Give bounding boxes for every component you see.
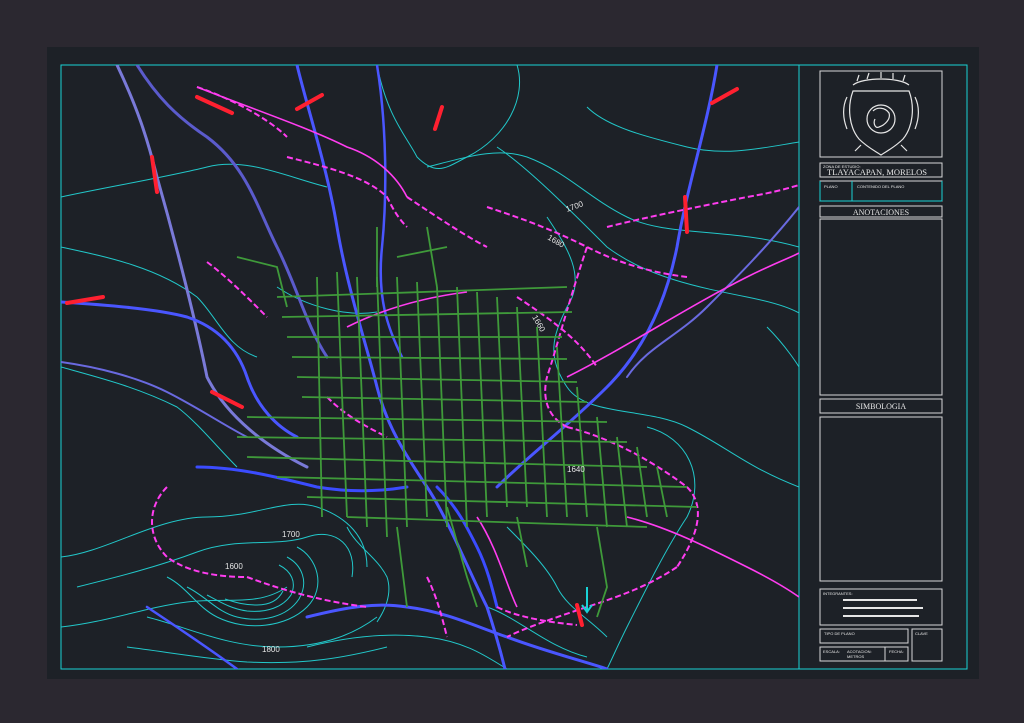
north-arrow <box>581 587 593 614</box>
contour-label: 1800 <box>262 645 280 654</box>
members-signatures <box>843 599 923 617</box>
map-area: 1700 1680 1660 1640 1700 1600 1800 <box>61 65 799 669</box>
contour-label: 1660 <box>530 314 547 334</box>
scale-label: ESCALA: <box>823 649 840 654</box>
boundary-lines <box>151 86 799 638</box>
map-drawing[interactable]: 1700 1680 1660 1640 1700 1600 1800 ZONA … <box>47 47 979 679</box>
unam-crest-icon <box>843 72 919 156</box>
annotations-panel[interactable] <box>819 218 943 396</box>
cad-viewer: 1700 1680 1660 1640 1700 1600 1800 ZONA … <box>0 0 1024 723</box>
annotations-header: ANOTACIONES <box>853 208 909 217</box>
units-value: METROS <box>847 654 864 659</box>
key-label: CLAVE <box>915 631 928 636</box>
street-grid <box>236 226 698 618</box>
outer-frame <box>60 64 968 670</box>
contour-label: 1640 <box>567 465 585 474</box>
contour-lines <box>61 65 799 669</box>
contour-label: 1700 <box>282 530 300 539</box>
date-label: FECHA: <box>889 649 904 654</box>
symbology-header: SIMBOLOGIA <box>856 402 906 411</box>
contour-label: 1700 <box>565 199 585 214</box>
title-block: ZONA DE ESTUDIO: TLAYACAPAN, MORELOS PLA… <box>819 70 943 662</box>
roads <box>61 65 799 669</box>
plan-label: PLANO <box>824 184 838 189</box>
drawing-sheet: 1700 1680 1660 1640 1700 1600 1800 ZONA … <box>47 47 979 679</box>
content-label: CONTENIDO DEL PLANO <box>857 184 904 189</box>
crest-box <box>819 70 943 158</box>
members-label: INTEGRANTES: <box>823 591 853 596</box>
symbology-panel[interactable] <box>819 416 943 582</box>
magenta-roads <box>196 86 799 608</box>
location-title: TLAYACAPAN, MORELOS <box>827 167 927 177</box>
plan-type-label: TIPO DE PLANO <box>824 631 855 636</box>
contour-label: 1600 <box>225 562 243 571</box>
